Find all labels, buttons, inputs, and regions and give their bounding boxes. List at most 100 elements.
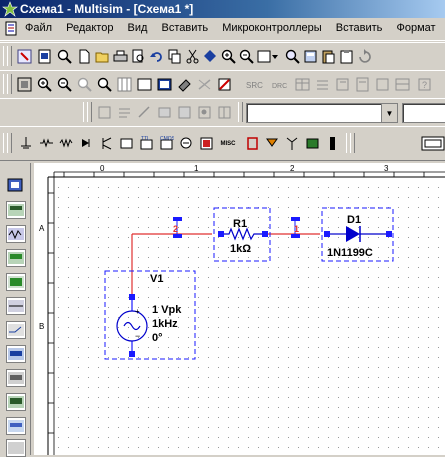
misc-icon[interactable]: MISC (218, 135, 238, 152)
four-channel-scope-icon[interactable] (6, 297, 26, 315)
source-icon[interactable] (18, 135, 35, 152)
logic-analyzer-icon[interactable] (6, 393, 26, 411)
zoom-out-icon[interactable] (238, 48, 255, 65)
document-icon[interactable] (5, 21, 19, 36)
component-icon[interactable] (202, 48, 219, 65)
iv-analyzer-icon[interactable] (6, 439, 26, 457)
r1-refdes[interactable]: R1 (233, 218, 247, 230)
net-label[interactable]: 2 (173, 224, 178, 234)
chevron-down-icon[interactable]: ▼ (381, 104, 397, 122)
v1-refdes[interactable]: V1 (150, 273, 163, 285)
grid-icon[interactable] (116, 76, 133, 93)
toolbar-grip[interactable] (7, 133, 12, 153)
src-icon[interactable]: SRC (244, 76, 268, 93)
ttl-icon[interactable]: TTL (138, 135, 155, 152)
net-marker[interactable] (291, 234, 300, 238)
print-preview-icon[interactable] (130, 48, 147, 65)
zoom-dropdown-icon[interactable] (256, 48, 280, 65)
menu-insert[interactable]: Вставить (336, 22, 383, 34)
border-icon[interactable] (136, 76, 153, 93)
toolbar-grip[interactable] (87, 102, 92, 122)
instrument-icon[interactable] (420, 135, 445, 152)
toolbar-grip[interactable] (7, 46, 12, 66)
copy-icon[interactable] (166, 48, 183, 65)
bus-icon[interactable] (156, 104, 173, 121)
design-toolbox-icon[interactable] (16, 48, 33, 65)
list-icon[interactable] (314, 76, 331, 93)
net-label[interactable]: 1 (294, 224, 299, 234)
menu-file[interactable]: Файл (25, 22, 52, 34)
image-icon[interactable] (196, 104, 213, 121)
schematic-svg[interactable]: 0 1 2 3 A B 2 1 + − V1 1 Vpk 1kHz 0° R1 … (34, 163, 445, 455)
paste-icon[interactable] (320, 48, 337, 65)
variant-combo[interactable]: ▼ (246, 103, 398, 123)
oscilloscope-icon[interactable] (6, 273, 26, 291)
drc-icon[interactable]: DRC (270, 76, 292, 93)
function-generator-icon[interactable] (6, 225, 26, 243)
toolbar-grip[interactable] (238, 102, 243, 122)
toolbar-grip[interactable] (350, 133, 355, 153)
cut-icon[interactable] (184, 48, 201, 65)
mixed-icon[interactable] (178, 135, 195, 152)
diode-icon[interactable] (78, 135, 95, 152)
net-marker[interactable] (173, 234, 182, 238)
zoom-area-icon[interactable] (284, 48, 301, 65)
frequency-counter-icon[interactable] (6, 345, 26, 363)
electromechanical-icon[interactable] (264, 135, 281, 152)
analog-icon[interactable] (118, 135, 135, 152)
new-design-icon[interactable] (36, 48, 53, 65)
menu-view[interactable]: Вид (128, 22, 148, 34)
zoom-fit-icon[interactable] (96, 76, 113, 93)
v1-frequency[interactable]: 1kHz (152, 318, 178, 330)
open-folder-icon[interactable] (94, 48, 111, 65)
multimeter-icon[interactable] (6, 201, 26, 219)
cmos-icon[interactable]: CMOS (158, 135, 175, 152)
netlist-icon[interactable] (374, 76, 391, 93)
secondary-combo[interactable] (402, 103, 445, 123)
basic-icon[interactable] (38, 135, 55, 152)
bode-plotter-icon[interactable] (6, 321, 26, 339)
print-icon[interactable] (112, 48, 129, 65)
schematic-canvas[interactable]: 0 1 2 3 A B 2 1 + − V1 1 Vpk 1kHz 0° R1 … (34, 163, 445, 455)
d1-model[interactable]: 1N1199C (327, 247, 373, 259)
resistor-icon[interactable] (58, 135, 75, 152)
zoom-in-icon[interactable] (36, 76, 53, 93)
menu-format[interactable]: Формат (396, 22, 435, 34)
connector-icon[interactable] (324, 135, 341, 152)
instruments-icon[interactable] (6, 177, 24, 193)
menu-edit[interactable]: Редактор (66, 22, 113, 34)
zoom-icon[interactable] (56, 48, 73, 65)
table-icon[interactable] (294, 76, 311, 93)
rf-icon[interactable] (244, 135, 261, 152)
label-icon[interactable] (176, 104, 193, 121)
refresh-icon[interactable] (356, 48, 373, 65)
text-icon[interactable] (116, 104, 133, 121)
grid-layout-icon[interactable] (216, 104, 233, 121)
help-icon[interactable]: ? (416, 76, 433, 93)
wire-tool-icon[interactable] (196, 76, 213, 93)
database-icon[interactable] (302, 48, 319, 65)
new-file-icon[interactable] (76, 48, 93, 65)
antenna-icon[interactable] (284, 135, 301, 152)
fullscreen-icon[interactable] (16, 76, 33, 93)
zoom-100-icon[interactable] (76, 76, 93, 93)
bom-icon[interactable] (334, 76, 351, 93)
page-icon[interactable] (156, 76, 173, 93)
multisim-app-icon[interactable] (2, 1, 18, 17)
component-wizard-icon[interactable] (96, 104, 113, 121)
report-icon[interactable] (354, 76, 371, 93)
r1-value[interactable]: 1kΩ (230, 243, 251, 255)
d1-refdes[interactable]: D1 (347, 214, 361, 226)
v1-phase[interactable]: 0° (152, 332, 163, 344)
word-generator-icon[interactable] (6, 369, 26, 387)
net-marker[interactable] (173, 217, 182, 221)
menu-place[interactable]: Вставить (162, 22, 209, 34)
v1-amplitude[interactable]: 1 Vpk (152, 304, 182, 316)
mcu-icon[interactable] (304, 135, 321, 152)
wattmeter-icon[interactable] (6, 249, 26, 267)
ruler-icon[interactable] (136, 104, 153, 121)
eraser-icon[interactable] (176, 76, 193, 93)
toolbar-grip[interactable] (7, 74, 12, 94)
spreadsheet-icon[interactable] (394, 76, 411, 93)
undo-icon[interactable] (148, 48, 165, 65)
